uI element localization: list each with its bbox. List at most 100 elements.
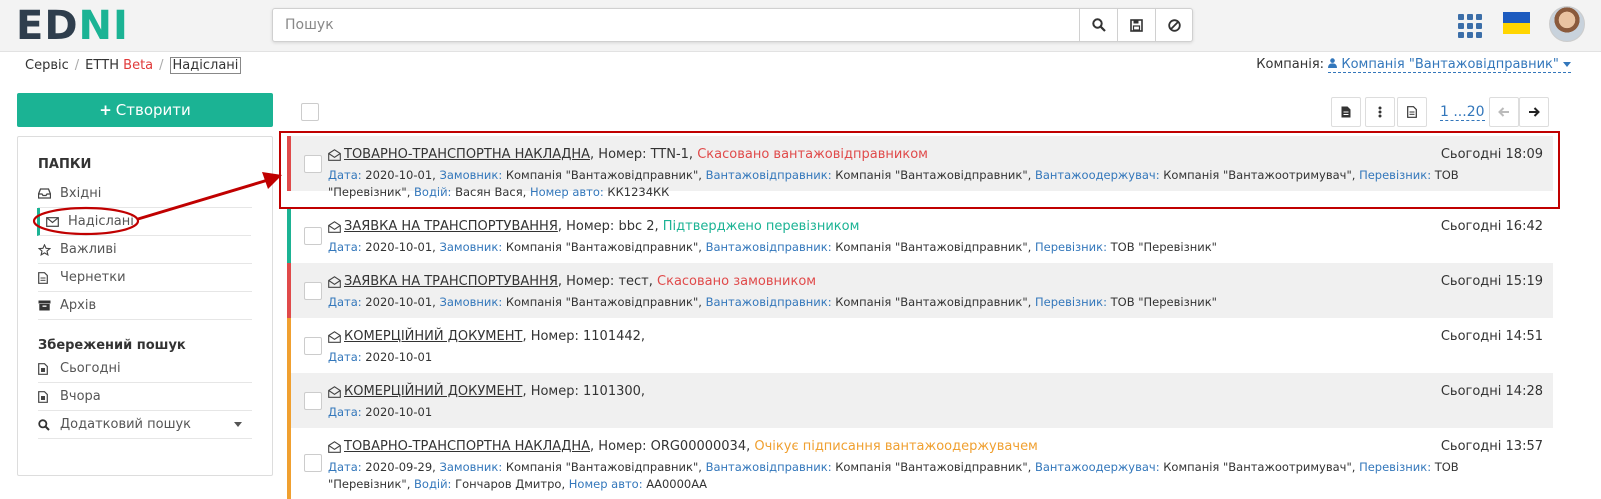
detail-key: Замовник:	[439, 460, 503, 474]
detail-value: 2020-09-29,	[361, 460, 440, 474]
save-search-button[interactable]	[1117, 9, 1155, 41]
document-row[interactable]: КОМЕРЦІЙНИЙ ДОКУМЕНТ, Номер: 1101300, Да…	[287, 373, 1553, 428]
detail-key: Замовник:	[439, 240, 503, 254]
document-number: , Номер: 1101300,	[522, 384, 646, 399]
document-row[interactable]: ЗАЯВКА НА ТРАНСПОРТУВАННЯ, Номер: тест, …	[287, 263, 1553, 318]
document-status: Скасовано замовником	[657, 274, 817, 289]
detail-key: Номер авто:	[568, 477, 643, 491]
detail-value: 2020-10-01	[361, 350, 433, 364]
caret-down-icon	[1563, 62, 1571, 67]
detail-value: Компанія "Вантажовідправник",	[831, 460, 1035, 474]
detail-value: Компанія "Вантажовідправник",	[502, 168, 706, 182]
detail-value: Компанія "Вантажовідправник",	[502, 240, 706, 254]
sidebar-item-archive[interactable]: Архів	[38, 292, 252, 320]
detail-key: Вантажовідправник:	[705, 168, 832, 182]
select-all-checkbox[interactable]	[301, 103, 319, 121]
sidebar-item-yesterday[interactable]: Вчора	[38, 383, 252, 411]
detail-value: Компанія "Вантажовідправник",	[831, 240, 1035, 254]
detail-value: Компанія "Вантажоотримувач",	[1159, 168, 1360, 182]
document-title-link[interactable]: ТОВАРНО-ТРАНСПОРТНА НАКЛАДНА	[344, 439, 590, 454]
detail-key: Дата:	[328, 240, 362, 254]
detail-value: Компанія "Вантажоотримувач",	[1159, 460, 1360, 474]
more-icon	[1378, 106, 1382, 118]
row-checkbox[interactable]	[304, 282, 322, 300]
document-title-link[interactable]: КОМЕРЦІЙНИЙ ДОКУМЕНТ	[344, 384, 522, 399]
company-dropdown[interactable]: Компанія "Вантажовідправник"	[1328, 57, 1571, 73]
search-button[interactable]	[1079, 9, 1117, 41]
sidebar-item-drafts[interactable]: Чернетки	[38, 264, 252, 292]
document-title-link[interactable]: КОМЕРЦІЙНИЙ ДОКУМЕНТ	[344, 329, 522, 344]
next-page-button[interactable]	[1519, 97, 1549, 127]
sidebar-item-label: Вчора	[60, 389, 101, 404]
document-row[interactable]: ТОВАРНО-ТРАНСПОРТНА НАКЛАДНА, Номер: TTN…	[287, 136, 1553, 199]
sidebar-item-advanced-search[interactable]: Додатковий пошук	[38, 411, 252, 439]
detail-key: Дата:	[328, 460, 362, 474]
document-row[interactable]: КОМЕРЦІЙНИЙ ДОКУМЕНТ, Номер: 1101442, Да…	[287, 318, 1553, 373]
document-row[interactable]: ТОВАРНО-ТРАНСПОРТНА НАКЛАДНА, Номер: ORG…	[287, 428, 1553, 499]
document-number: , Номер: bbc 2,	[557, 219, 659, 234]
sidebar-item-label: Надіслані	[68, 214, 134, 229]
row-checkbox[interactable]	[304, 155, 322, 173]
prev-page-button[interactable]	[1489, 97, 1519, 127]
company-label: Компанія:	[1256, 57, 1325, 72]
document-title-link[interactable]: ТОВАРНО-ТРАНСПОРТНА НАКЛАДНА	[344, 147, 590, 162]
export-button[interactable]	[1331, 97, 1361, 127]
row-checkbox[interactable]	[304, 454, 322, 472]
document-details: Дата: 2020-10-01, Замовник: Компанія "Ва…	[328, 167, 1518, 201]
create-label: Створити	[115, 101, 191, 119]
detail-value: Компанія "Вантажовідправник",	[831, 168, 1035, 182]
detail-key: Дата:	[328, 168, 362, 182]
envelope-open-icon	[328, 330, 342, 343]
export-icon	[1341, 106, 1351, 118]
envelope-open-icon	[328, 220, 342, 233]
document-time: Сьогодні 14:28	[1440, 384, 1543, 399]
envelope-open-icon	[328, 275, 342, 288]
detail-key: Замовник:	[439, 295, 503, 309]
document-row[interactable]: ЗАЯВКА НА ТРАНСПОРТУВАННЯ, Номер: bbc 2,…	[287, 208, 1553, 263]
detail-value: ТОВ "Перевізник"	[1106, 240, 1217, 254]
document-number: , Номер: 1101442,	[522, 329, 646, 344]
row-checkbox[interactable]	[304, 227, 322, 245]
breadcrumb-ettn[interactable]: ЕТТН Beta	[85, 58, 153, 73]
sidebar-item-important[interactable]: Важливі	[38, 236, 252, 264]
calendar-icon	[38, 362, 60, 375]
row-checkbox[interactable]	[304, 392, 322, 410]
apps-grid-icon[interactable]	[1458, 14, 1482, 38]
document-title-link[interactable]: ЗАЯВКА НА ТРАНСПОРТУВАННЯ	[344, 219, 558, 234]
row-checkbox[interactable]	[304, 337, 322, 355]
document-status: Підтверджено перевізником	[662, 219, 860, 234]
edin-logo[interactable]: EDNI	[16, 4, 129, 48]
user-avatar[interactable]	[1549, 6, 1585, 42]
sidebar-panel: ПАПКИ Вхідні Надіслані Важливі Чернетки …	[17, 136, 273, 476]
more-actions-button[interactable]	[1365, 97, 1395, 127]
document-icon	[1407, 106, 1417, 118]
detail-key: Вантажоодержувач:	[1034, 168, 1160, 182]
sidebar-item-sent[interactable]: Надіслані	[37, 208, 251, 236]
clear-search-button[interactable]	[1155, 9, 1193, 41]
envelope-open-icon	[328, 148, 342, 161]
document-details: Дата: 2020-09-29, Замовник: Компанія "Ва…	[328, 459, 1518, 493]
detail-value: Компанія "Вантажовідправник",	[502, 460, 706, 474]
sidebar-item-today[interactable]: Сьогодні	[38, 355, 252, 383]
ukraine-flag-icon[interactable]	[1503, 12, 1530, 34]
document-view-button[interactable]	[1397, 97, 1427, 127]
breadcrumb-service[interactable]: Сервіс	[25, 58, 69, 73]
document-time: Сьогодні 18:09	[1440, 147, 1543, 162]
document-title-link[interactable]: ЗАЯВКА НА ТРАНСПОРТУВАННЯ	[344, 274, 558, 289]
create-button[interactable]: + Створити	[17, 93, 273, 127]
breadcrumb-current: Надіслані	[169, 57, 242, 74]
document-status: Скасовано вантажовідправником	[697, 147, 928, 162]
detail-key: Замовник:	[439, 168, 503, 182]
detail-value: 2020-10-01,	[361, 240, 440, 254]
pagination-range[interactable]: 1 ...20	[1440, 104, 1485, 121]
detail-key: Перевізник:	[1359, 460, 1432, 474]
document-status: Очікує підписання вантажоодержувачем	[754, 439, 1038, 454]
detail-value: Компанія "Вантажовідправник",	[502, 295, 706, 309]
sidebar-item-inbox[interactable]: Вхідні	[38, 180, 252, 208]
next-icon	[1529, 107, 1540, 117]
detail-key: Вантажовідправник:	[705, 460, 832, 474]
sidebar-item-label: Додатковий пошук	[60, 417, 192, 432]
search-input[interactable]	[273, 9, 1079, 41]
sidebar-item-label: Архів	[60, 298, 97, 313]
document-time: Сьогодні 13:57	[1440, 439, 1543, 454]
